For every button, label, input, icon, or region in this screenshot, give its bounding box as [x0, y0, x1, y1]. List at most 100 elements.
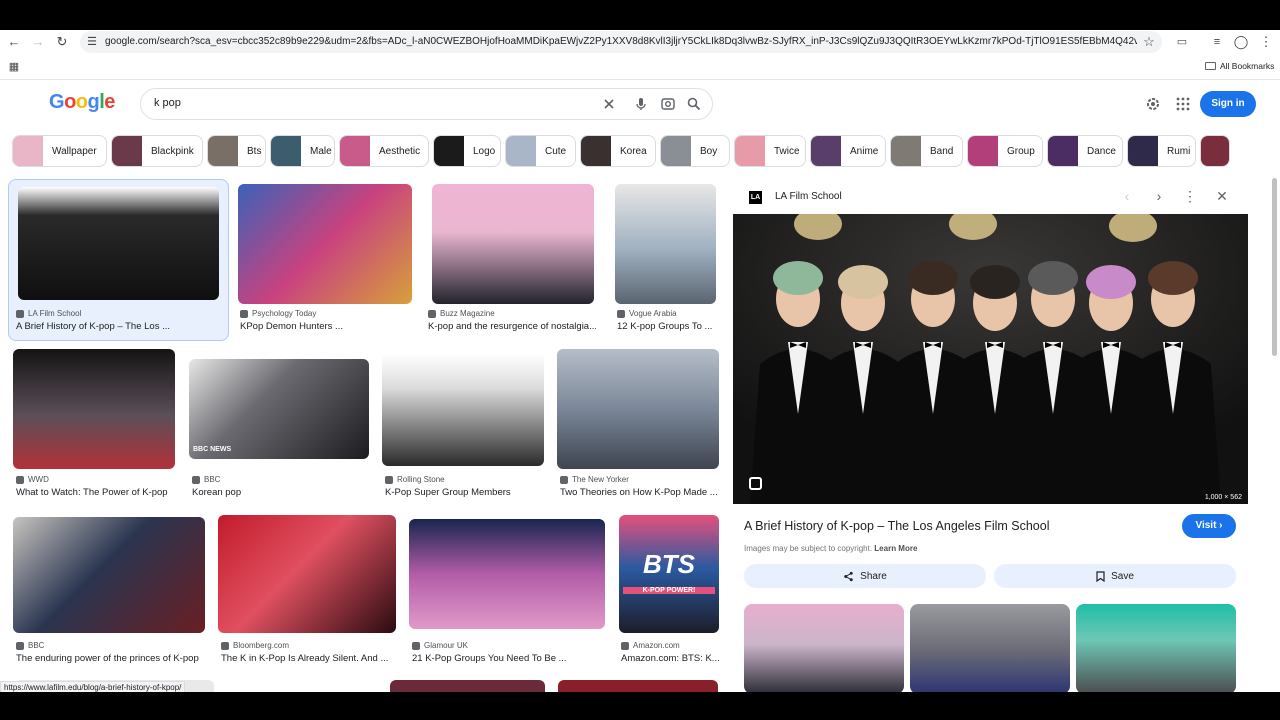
result-title[interactable]: A Brief History of K-pop – The Los ...: [16, 321, 170, 332]
chip-group[interactable]: Group: [967, 135, 1043, 167]
chip-twice[interactable]: Twice: [734, 135, 806, 167]
close-panel-icon[interactable]: ✕: [1214, 188, 1230, 204]
profile-icon[interactable]: ◯: [1233, 34, 1249, 50]
result-thumbnail[interactable]: BBC NEWS: [189, 359, 369, 459]
search-input[interactable]: k pop: [154, 97, 181, 109]
favicon-icon: [240, 309, 248, 318]
result-thumbnail[interactable]: [390, 680, 545, 692]
bookmark-star-icon[interactable]: ☆: [1141, 34, 1157, 50]
result-source[interactable]: BBC: [192, 475, 220, 484]
result-source[interactable]: Psychology Today: [240, 309, 316, 318]
result-thumbnail[interactable]: [615, 184, 716, 304]
panel-scrollbar[interactable]: [1268, 178, 1280, 690]
result-source[interactable]: Amazon.com: [621, 641, 680, 650]
apps-grid-icon[interactable]: ▦: [6, 59, 22, 75]
google-logo[interactable]: Google: [49, 91, 115, 114]
result-thumbnail[interactable]: BTS K-POP POWER!: [619, 515, 719, 633]
result-title[interactable]: The enduring power of the princes of K-p…: [16, 653, 199, 664]
result-title[interactable]: K-Pop Super Group Members: [385, 487, 511, 498]
result-thumbnail[interactable]: [218, 515, 396, 633]
chip-band[interactable]: Band: [890, 135, 963, 167]
result-title[interactable]: Amazon.com: BTS: K...: [621, 653, 720, 664]
mic-icon[interactable]: [633, 96, 649, 112]
chip-anime[interactable]: Anime: [810, 135, 886, 167]
settings-icon[interactable]: [1145, 96, 1161, 112]
result-thumbnail[interactable]: [432, 184, 594, 304]
media-icon[interactable]: ≡: [1209, 34, 1225, 50]
result-thumbnail[interactable]: [13, 349, 175, 469]
result-source[interactable]: LA Film School: [16, 309, 81, 318]
next-arrow-icon[interactable]: ›: [1151, 188, 1167, 204]
all-bookmarks-label[interactable]: All Bookmarks: [1220, 61, 1274, 71]
result-source[interactable]: Bloomberg.com: [221, 641, 289, 650]
result-source[interactable]: The New Yorker: [560, 475, 629, 484]
chip-dance[interactable]: Dance: [1047, 135, 1123, 167]
logo-letter: e: [104, 91, 115, 113]
panel-source[interactable]: LA Film School: [775, 191, 842, 202]
menu-dots-icon[interactable]: ⋮: [1258, 34, 1274, 50]
result-source[interactable]: Rolling Stone: [385, 475, 445, 484]
more-options-icon[interactable]: ⋮: [1182, 188, 1198, 204]
related-image-1[interactable]: [744, 604, 904, 692]
search-box[interactable]: k pop: [140, 88, 713, 120]
result-title[interactable]: The K in K-Pop Is Already Silent. And ..…: [221, 653, 388, 664]
chip-thumbnail: [811, 136, 841, 166]
related-image-2[interactable]: [910, 604, 1070, 692]
chip-more[interactable]: [1200, 135, 1230, 167]
result-title[interactable]: 21 K-Pop Groups You Need To Be ...: [412, 653, 567, 664]
share-button[interactable]: Share: [744, 564, 986, 588]
chip-blackpink[interactable]: Blackpink: [111, 135, 203, 167]
back-icon[interactable]: ←: [6, 34, 22, 50]
favicon-icon: [16, 309, 24, 318]
result-thumbnail[interactable]: [382, 354, 544, 466]
sign-in-button[interactable]: Sign in: [1200, 91, 1256, 117]
result-source[interactable]: WWD: [16, 475, 49, 484]
chip-boy[interactable]: Boy: [660, 135, 730, 167]
result-source[interactable]: BBC: [16, 641, 44, 650]
related-image-3[interactable]: [1076, 604, 1236, 692]
result-title[interactable]: KPop Demon Hunters ...: [240, 321, 343, 332]
chip-korea[interactable]: Korea: [580, 135, 656, 167]
result-title[interactable]: 12 K-pop Groups To ...: [617, 321, 712, 332]
result-source[interactable]: Glamour UK: [412, 641, 468, 650]
result-title[interactable]: What to Watch: The Power of K-pop: [16, 487, 168, 498]
result-thumbnail[interactable]: [558, 680, 718, 692]
result-source[interactable]: Buzz Magazine: [428, 309, 495, 318]
result-thumbnail[interactable]: [409, 519, 605, 629]
chip-male[interactable]: Male: [270, 135, 335, 167]
visit-label: Visit: [1195, 520, 1217, 531]
favicon-icon: [621, 641, 629, 650]
lens-search-icon[interactable]: [749, 477, 762, 490]
close-icon[interactable]: [601, 96, 617, 112]
learn-more-link[interactable]: Learn More: [874, 544, 917, 553]
result-thumbnail[interactable]: [18, 187, 219, 300]
cast-icon[interactable]: ▭: [1174, 34, 1190, 50]
preview-image[interactable]: 1,000 × 562: [733, 214, 1248, 504]
save-button[interactable]: Save: [994, 564, 1236, 588]
result-title[interactable]: Two Theories on How K-Pop Made ...: [560, 487, 718, 498]
panel-title[interactable]: A Brief History of K-pop – The Los Angel…: [744, 519, 1049, 533]
lens-icon[interactable]: [660, 96, 676, 112]
chip-bts[interactable]: Bts: [207, 135, 266, 167]
result-title[interactable]: Korean pop: [192, 487, 241, 498]
result-thumbnail[interactable]: [238, 184, 412, 304]
chip-aesthetic[interactable]: Aesthetic: [339, 135, 429, 167]
apps-icon[interactable]: [1175, 96, 1191, 112]
result-title[interactable]: K-pop and the resurgence of nostalgia...: [428, 321, 596, 332]
search-icon[interactable]: [686, 96, 702, 112]
visit-button[interactable]: Visit ›: [1182, 514, 1236, 538]
chip-thumbnail: [13, 136, 43, 166]
chip-wallpaper[interactable]: Wallpaper: [12, 135, 107, 167]
chip-rumi[interactable]: Rumi: [1127, 135, 1196, 167]
forward-icon[interactable]: →: [30, 34, 46, 50]
reload-icon[interactable]: ↻: [54, 34, 70, 50]
chip-logo[interactable]: Logo: [433, 135, 501, 167]
save-label: Save: [1111, 570, 1134, 582]
prev-arrow-icon[interactable]: ‹: [1119, 188, 1135, 204]
scroll-thumb[interactable]: [1272, 178, 1277, 356]
result-thumbnail[interactable]: [13, 517, 205, 633]
result-source[interactable]: Vogue Arabia: [617, 309, 677, 318]
result-thumbnail[interactable]: [557, 349, 719, 469]
chip-cute[interactable]: Cute: [505, 135, 576, 167]
site-info-icon[interactable]: ☰: [84, 34, 100, 50]
